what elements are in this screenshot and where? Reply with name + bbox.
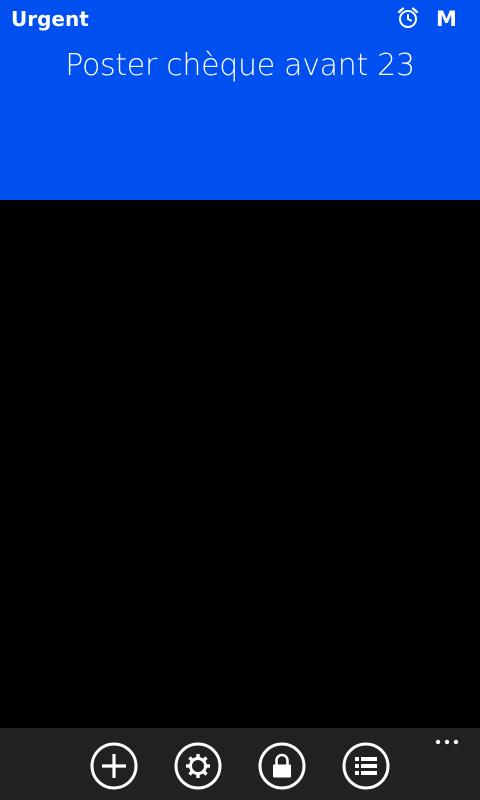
list-button[interactable] <box>342 742 390 790</box>
ellipsis-icon <box>435 739 459 745</box>
more-options-button[interactable] <box>432 732 468 752</box>
lock-icon <box>258 742 306 790</box>
settings-icon <box>174 742 222 790</box>
priority-badge: M <box>436 7 457 31</box>
add-icon <box>90 742 138 790</box>
settings-button[interactable] <box>174 742 222 790</box>
note-title[interactable]: Poster chèque avant 23 <box>0 46 480 86</box>
application-bar <box>0 728 480 800</box>
alarm-clock-icon <box>397 7 419 28</box>
note-body[interactable] <box>0 200 480 728</box>
category-label: Urgent <box>11 7 89 31</box>
note-header[interactable]: Urgent M Poster chèque avant 23 <box>0 0 480 200</box>
add-button[interactable] <box>90 742 138 790</box>
list-icon <box>342 742 390 790</box>
lock-button[interactable] <box>258 742 306 790</box>
note-screen: Urgent M Poster chèque avant 23 <box>0 0 480 800</box>
